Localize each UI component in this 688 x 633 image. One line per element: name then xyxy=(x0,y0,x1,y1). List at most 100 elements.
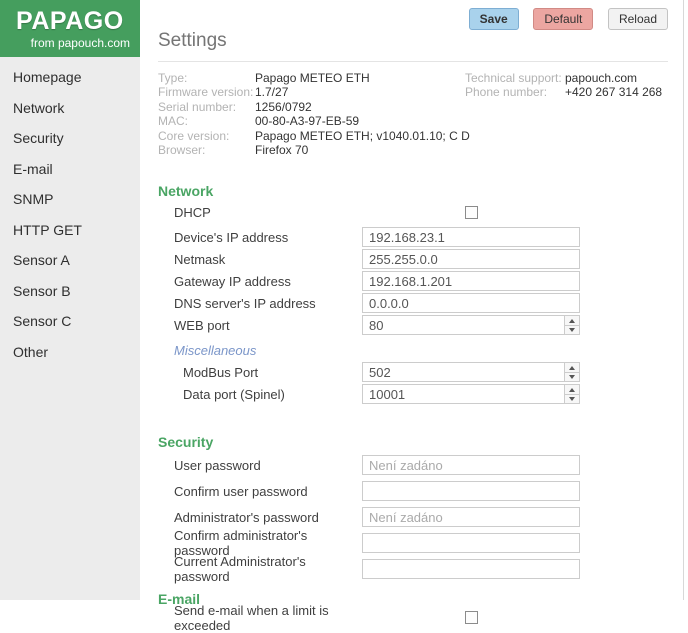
info-value: Papago METEO ETH xyxy=(255,71,370,85)
toolbar: Save Default Reload xyxy=(458,8,668,30)
save-button[interactable]: Save xyxy=(468,8,519,30)
info-label: Serial number: xyxy=(158,99,237,114)
reload-button[interactable]: Reload xyxy=(607,8,668,30)
info-row: Type: Papago METEO ETH xyxy=(158,71,465,85)
field-label: Administrator's password xyxy=(174,509,319,525)
device-info: Type: Papago METEO ETH Firmware version:… xyxy=(158,71,668,157)
field-label: Confirm user password xyxy=(174,483,308,499)
gateway-ip-input[interactable] xyxy=(362,271,580,292)
sidebar-item-httpget[interactable]: HTTP GET xyxy=(0,215,140,246)
main-content: Save Default Reload Settings Type: Papag… xyxy=(140,0,688,633)
confirm-user-password-input[interactable] xyxy=(362,481,580,502)
field-label: DNS server's IP address xyxy=(174,295,316,311)
device-info-left: Type: Papago METEO ETH Firmware version:… xyxy=(158,71,470,157)
brand-logo: PAPAGO xyxy=(16,7,124,35)
sidebar-item-email[interactable]: E-mail xyxy=(0,154,140,185)
info-row: Browser: Firefox 70 xyxy=(158,143,465,157)
spin-down-icon[interactable] xyxy=(565,373,579,382)
brand-header: PAPAGO from papouch.com xyxy=(0,0,140,57)
info-label: Core version: xyxy=(158,128,230,143)
number-spinner[interactable] xyxy=(564,385,579,404)
dhcp-checkbox[interactable] xyxy=(464,206,478,220)
info-value: 00-80-A3-97-EB-59 xyxy=(255,114,360,129)
field-row-web-port: WEB port xyxy=(158,315,668,336)
info-row: Firmware version: 1.7/27 xyxy=(158,85,465,99)
number-spinner[interactable] xyxy=(564,316,579,335)
right-edge-divider xyxy=(683,0,684,600)
field-row-data-port: Data port (Spinel) xyxy=(158,384,668,405)
field-row-send-email: Send e-mail when a limit is exceeded xyxy=(158,603,668,633)
info-label: Technical support: xyxy=(465,71,562,85)
netmask-input[interactable] xyxy=(362,249,580,270)
spin-up-icon[interactable] xyxy=(565,385,579,395)
sidebar-item-homepage[interactable]: Homepage xyxy=(0,62,140,93)
sidebar-item-snmp[interactable]: SNMP xyxy=(0,184,140,215)
field-row-user-password: User password xyxy=(158,455,668,476)
field-row-dhcp: DHCP xyxy=(158,205,668,220)
confirm-admin-password-input[interactable] xyxy=(362,533,580,554)
spin-up-icon[interactable] xyxy=(565,316,579,326)
field-row-gateway: Gateway IP address xyxy=(158,271,668,292)
info-row: Technical support: papouch.com xyxy=(465,71,662,85)
info-row: Serial number: 1256/0792 xyxy=(158,100,465,114)
field-row-admin-password: Administrator's password xyxy=(158,507,668,528)
info-row: MAC: 00-80-A3-97-EB-59 xyxy=(158,114,465,128)
page-title: Settings xyxy=(158,30,668,62)
field-label: User password xyxy=(174,457,261,473)
spin-down-icon[interactable] xyxy=(565,395,579,404)
sidebar: PAPAGO from papouch.com Homepage Network… xyxy=(0,0,140,600)
misc-heading: Miscellaneous xyxy=(174,343,257,359)
sidebar-item-sensor-a[interactable]: Sensor A xyxy=(0,245,140,276)
brand-tagline: from papouch.com xyxy=(30,36,130,50)
default-button[interactable]: Default xyxy=(533,8,594,30)
dns-ip-input[interactable] xyxy=(362,293,580,314)
field-row-dns: DNS server's IP address xyxy=(158,293,668,314)
section-heading-network: Network xyxy=(158,183,214,200)
info-label: Firmware version: xyxy=(158,85,254,100)
spin-down-icon[interactable] xyxy=(565,326,579,335)
info-value: Papago METEO ETH; v1040.01.10; C D xyxy=(255,128,470,143)
data-port-input[interactable] xyxy=(362,384,580,405)
field-row-confirm-admin-password: Confirm administrator's password xyxy=(158,528,668,558)
info-row: Phone number: +420 267 314 268 xyxy=(465,85,662,99)
info-label: MAC: xyxy=(158,114,188,129)
send-email-checkbox[interactable] xyxy=(464,611,478,625)
sidebar-item-network[interactable]: Network xyxy=(0,93,140,124)
info-value: 1256/0792 xyxy=(255,99,312,114)
field-label: Gateway IP address xyxy=(174,273,291,289)
dhcp-control xyxy=(362,206,580,220)
sidebar-menu: Homepage Network Security E-mail SNMP HT… xyxy=(0,57,140,367)
field-label: Data port (Spinel) xyxy=(183,386,285,402)
send-email-control xyxy=(362,611,580,625)
current-admin-password-input[interactable] xyxy=(362,559,580,580)
sidebar-item-sensor-b[interactable]: Sensor B xyxy=(0,276,140,307)
user-password-input[interactable] xyxy=(362,455,580,476)
info-row: Core version: Papago METEO ETH; v1040.01… xyxy=(158,128,470,143)
web-port-input[interactable] xyxy=(362,315,580,336)
field-row-modbus: ModBus Port xyxy=(158,362,668,383)
info-label: Browser: xyxy=(158,142,206,157)
sidebar-item-sensor-c[interactable]: Sensor C xyxy=(0,306,140,337)
field-label: Netmask xyxy=(174,251,226,267)
field-label: ModBus Port xyxy=(183,364,259,380)
spin-up-icon[interactable] xyxy=(565,363,579,373)
dhcp-label: DHCP xyxy=(174,205,211,221)
field-label: WEB port xyxy=(174,317,230,333)
number-spinner[interactable] xyxy=(564,363,579,382)
admin-password-input[interactable] xyxy=(362,507,580,528)
section-heading-security: Security xyxy=(158,434,214,451)
field-label: Current Administrator's password xyxy=(174,554,306,585)
field-row-device-ip: Device's IP address xyxy=(158,227,668,248)
info-label: Phone number: xyxy=(465,85,548,100)
info-value: +420 267 314 268 xyxy=(565,85,663,100)
field-row-confirm-user-password: Confirm user password xyxy=(158,481,668,502)
field-row-netmask: Netmask xyxy=(158,249,668,270)
send-email-label: Send e-mail when a limit is exceeded xyxy=(174,602,329,633)
field-row-current-admin-password: Current Administrator's password xyxy=(158,554,668,584)
field-label: Device's IP address xyxy=(174,229,289,245)
modbus-port-input[interactable] xyxy=(362,362,580,383)
sidebar-item-other[interactable]: Other xyxy=(0,337,140,368)
info-value: Firefox 70 xyxy=(255,142,309,157)
sidebar-item-security[interactable]: Security xyxy=(0,123,140,154)
device-ip-input[interactable] xyxy=(362,227,580,248)
